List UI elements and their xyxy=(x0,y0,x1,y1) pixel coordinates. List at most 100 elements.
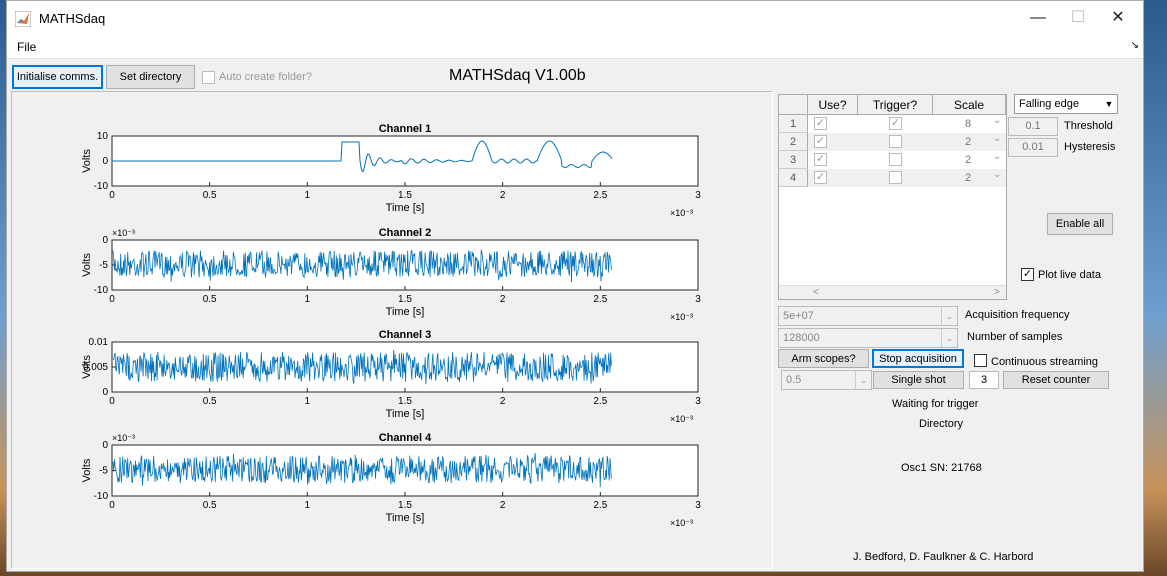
plot-title: Channel 3 xyxy=(379,329,432,341)
x-tick-label: 1.5 xyxy=(398,190,412,201)
undock-icon[interactable]: ↘ xyxy=(1131,40,1139,51)
single-shot-button[interactable]: Single shot xyxy=(873,371,964,389)
table-row-header: 3 xyxy=(779,151,808,169)
close-icon[interactable]: ✕ xyxy=(1107,7,1129,29)
x-tick-label: 2.5 xyxy=(593,190,607,201)
number-of-samples-label: Number of samples xyxy=(967,331,1063,343)
table-row: ✓ ✓ 8 ⌄ xyxy=(808,115,1006,133)
chevron-down-icon: ⌄ xyxy=(941,307,957,325)
table-row-header: 2 xyxy=(779,133,808,151)
table-row-header: 4 xyxy=(779,169,808,187)
scroll-right-icon[interactable]: > xyxy=(994,287,1000,298)
x-tick-label: 2.5 xyxy=(593,500,607,511)
y-tick-label: 10 xyxy=(97,131,109,142)
x-tick-label: 0 xyxy=(109,396,115,407)
status-text: Waiting for trigger xyxy=(892,398,979,410)
y-tick-label: -5 xyxy=(99,260,108,271)
hysteresis-input[interactable]: 0.01 xyxy=(1008,138,1058,157)
minimize-icon[interactable]: — xyxy=(1027,7,1049,29)
stop-acquisition-button[interactable]: Stop acquisition xyxy=(872,349,964,368)
table-row: ✓ 2 ⌄ xyxy=(808,151,1006,169)
trigger-checkbox[interactable] xyxy=(889,135,902,148)
menu-bar: File ↘ xyxy=(7,35,1143,59)
x-axis-label: Time [s] xyxy=(386,512,425,524)
plot-title: Channel 1 xyxy=(379,123,432,135)
x-axis-label: Time [s] xyxy=(386,202,425,214)
x-tick-label: 0.5 xyxy=(203,500,217,511)
x-tick-label: 2 xyxy=(500,294,506,305)
trigger-checkbox[interactable] xyxy=(889,171,902,184)
threshold-label: Threshold xyxy=(1064,120,1113,132)
y-exponent-label: ×10⁻³ xyxy=(112,433,135,443)
scale-value[interactable]: 2 xyxy=(965,136,971,148)
x-tick-label: 1 xyxy=(305,396,311,407)
counter-input[interactable]: 3 xyxy=(969,371,999,389)
scale-value[interactable]: 2 xyxy=(965,172,971,184)
x-tick-label: 0 xyxy=(109,190,115,201)
chevron-down-icon: ⌄ xyxy=(993,151,1002,162)
x-tick-label: 1.5 xyxy=(398,396,412,407)
plot-title: Channel 2 xyxy=(379,227,432,239)
scale-value[interactable]: 8 xyxy=(965,118,971,130)
continuous-streaming-checkbox[interactable] xyxy=(974,354,987,367)
use-checkbox[interactable]: ✓ xyxy=(814,171,827,184)
x-tick-label: 2.5 xyxy=(593,294,607,305)
use-checkbox[interactable]: ✓ xyxy=(814,117,827,130)
interval-select[interactable]: 0.5 ⌄ xyxy=(781,370,872,390)
x-axis-label: Time [s] xyxy=(386,408,425,420)
x-tick-label: 1 xyxy=(305,500,311,511)
x-tick-label: 0.5 xyxy=(203,396,217,407)
scroll-left-icon[interactable]: < xyxy=(813,287,819,298)
chevron-down-icon: ▼ xyxy=(1104,99,1114,109)
number-of-samples-select[interactable]: 128000 ⌄ xyxy=(778,328,958,348)
threshold-input[interactable]: 0.1 xyxy=(1008,117,1058,136)
table-row: ✓ 2 ⌄ xyxy=(808,133,1006,151)
plot-live-data-checkbox[interactable]: ✓ xyxy=(1021,268,1034,281)
table-row: ✓ 2 ⌄ xyxy=(808,169,1006,187)
x-axis-label: Time [s] xyxy=(386,306,425,318)
trigger-checkbox[interactable] xyxy=(889,153,902,166)
x-tick-label: 3 xyxy=(695,190,701,201)
y-tick-label: 0.01 xyxy=(89,337,109,348)
set-directory-button[interactable]: Set directory xyxy=(106,65,195,89)
x-tick-label: 3 xyxy=(695,396,701,407)
reset-counter-button[interactable]: Reset counter xyxy=(1003,371,1109,389)
trigger-checkbox[interactable]: ✓ xyxy=(889,117,902,130)
enable-all-button[interactable]: Enable all xyxy=(1047,213,1113,235)
table-horizontal-scrollbar[interactable]: < > xyxy=(779,285,1006,299)
y-axis-label: Volts xyxy=(81,355,93,379)
x-tick-label: 3 xyxy=(695,500,701,511)
auto-create-folder-checkbox[interactable] xyxy=(202,71,215,84)
plot-live-data-label: Plot live data xyxy=(1038,269,1101,281)
use-checkbox[interactable]: ✓ xyxy=(814,153,827,166)
initialise-comms-button[interactable]: Initialise comms. xyxy=(12,65,103,89)
x-tick-label: 0 xyxy=(109,294,115,305)
trigger-edge-select[interactable]: Falling edge ▼ xyxy=(1014,94,1118,114)
acquisition-frequency-value: 5e+07 xyxy=(783,310,814,322)
table-header-trigger: Trigger? xyxy=(858,95,933,115)
y-axis-label: Volts xyxy=(81,149,93,173)
y-tick-label: 0 xyxy=(102,440,108,451)
interval-value: 0.5 xyxy=(786,374,802,386)
chevron-down-icon: ⌄ xyxy=(993,133,1002,144)
table-header-use: Use? xyxy=(808,95,858,115)
menu-file[interactable]: File xyxy=(17,40,36,54)
app-window: MATHSdaq — ☐ ✕ File ↘ Initialise comms. … xyxy=(6,0,1144,572)
y-exponent-label: ×10⁻³ xyxy=(112,228,135,238)
y-tick-label: 0 xyxy=(102,156,108,167)
number-of-samples-value: 128000 xyxy=(783,332,820,344)
maximize-icon[interactable]: ☐ xyxy=(1067,7,1089,29)
x-exponent-label: ×10⁻³ xyxy=(670,208,693,218)
acquisition-frequency-select[interactable]: 5e+07 ⌄ xyxy=(778,306,958,326)
arm-scopes-button[interactable]: Arm scopes? xyxy=(778,349,869,368)
window-title: MATHSdaq xyxy=(39,11,106,26)
use-checkbox[interactable]: ✓ xyxy=(814,135,827,148)
chevron-down-icon: ⌄ xyxy=(855,371,871,389)
x-exponent-label: ×10⁻³ xyxy=(670,312,693,322)
x-exponent-label: ×10⁻³ xyxy=(670,518,693,528)
x-tick-label: 2.5 xyxy=(593,396,607,407)
scale-value[interactable]: 2 xyxy=(965,154,971,166)
x-tick-label: 1 xyxy=(305,294,311,305)
x-tick-label: 2 xyxy=(500,500,506,511)
y-tick-label: -10 xyxy=(94,181,109,192)
